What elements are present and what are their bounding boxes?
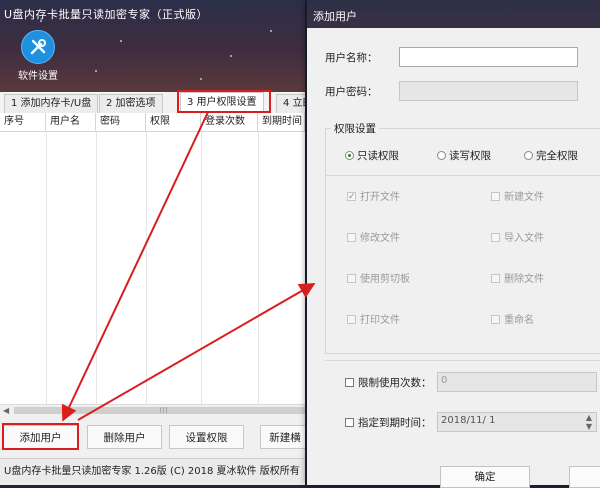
- checkbox-icon: [345, 378, 354, 387]
- scrollbar-thumb[interactable]: |||: [14, 407, 305, 414]
- checkbox-label: 打开文件: [360, 192, 400, 203]
- tab-start-now[interactable]: 4 立即: [276, 94, 305, 113]
- tab-encryption-options[interactable]: 2 加密选项: [99, 94, 163, 113]
- radio-label: 读写权限: [449, 150, 491, 162]
- tab-add-storage[interactable]: 1 添加内存卡/U盘: [4, 94, 99, 113]
- username-label: 用户名称：: [325, 52, 378, 64]
- col-index[interactable]: 序号: [0, 113, 46, 131]
- checkbox-new-file[interactable]: 新建文件: [491, 191, 544, 205]
- col-permission[interactable]: 权限: [146, 113, 201, 131]
- dialog-title: 添加用户: [313, 10, 357, 23]
- set-permission-button[interactable]: 设置权限: [169, 425, 244, 449]
- checkbox-delete-file[interactable]: 删除文件: [491, 273, 544, 287]
- checkbox-label: 打印文件: [360, 315, 400, 326]
- checkbox-label: 指定到期时间：: [358, 417, 432, 429]
- dialog-titlebar[interactable]: 添加用户: [307, 0, 600, 28]
- checkbox-label: 重命名: [504, 315, 534, 326]
- user-table[interactable]: 序号 用户名 密码 权限 登录次数 到期时间 ◀ |||: [0, 113, 305, 417]
- checkbox-icon: [491, 233, 500, 242]
- radio-unselected-icon: [524, 151, 533, 160]
- radio-label: 完全权限: [536, 150, 578, 162]
- table-body: [0, 132, 305, 404]
- table-header: 序号 用户名 密码 权限 登录次数 到期时间: [0, 113, 305, 132]
- col-expire-time[interactable]: 到期时间: [258, 113, 305, 131]
- radio-label: 只读权限: [357, 150, 399, 162]
- checkbox-rename[interactable]: 重命名: [491, 314, 534, 328]
- expire-date-value: 2018/11/ 1: [441, 415, 496, 426]
- add-user-button[interactable]: 添加用户: [3, 425, 78, 449]
- add-user-dialog: 添加用户 用户名称： 用户密码： 权限设置 只读权限 读写权限 完全权限 打开文…: [307, 0, 600, 488]
- settings-label: 软件设置: [18, 71, 58, 82]
- delete-user-button[interactable]: 删除用户: [87, 425, 162, 449]
- limit-count-input[interactable]: 0: [437, 372, 597, 392]
- password-label: 用户密码：: [325, 86, 378, 98]
- status-bar: U盘内存卡批量只读加密专家 1.26版 (C) 2018 夏冰软件 版权所有: [0, 458, 305, 485]
- checkbox-open-file[interactable]: 打开文件: [347, 190, 400, 205]
- settings-tool-button[interactable]: 软件设置: [16, 30, 60, 82]
- checkbox-label: 修改文件: [360, 233, 400, 244]
- checkbox-limit-count[interactable]: 限制使用次数：: [345, 376, 432, 390]
- checkbox-icon: [491, 315, 500, 324]
- username-input[interactable]: [399, 47, 578, 67]
- checkbox-label: 删除文件: [504, 274, 544, 285]
- checkbox-label: 使用剪切板: [360, 274, 410, 285]
- password-input[interactable]: [399, 81, 578, 101]
- expire-date-picker[interactable]: 2018/11/ 1 ▲ ▼: [437, 412, 597, 432]
- checkbox-label: 新建文件: [504, 192, 544, 203]
- col-username[interactable]: 用户名: [46, 113, 96, 131]
- checkbox-icon: [347, 315, 356, 324]
- scroll-left-icon[interactable]: ◀: [3, 406, 9, 415]
- checkbox-icon: [347, 233, 356, 242]
- limit-divider: [325, 360, 600, 361]
- checkbox-import-file[interactable]: 导入文件: [491, 232, 544, 246]
- spin-arrows-icon[interactable]: ▲ ▼: [582, 413, 596, 431]
- radio-full[interactable]: 完全权限: [524, 149, 578, 163]
- grip-icon: |||: [159, 407, 169, 414]
- main-window: U盘内存卡批量只读加密专家（正式版） 软件设置 1 添加内存卡/U盘 2 加密选…: [0, 0, 305, 485]
- checkbox-icon: [345, 418, 354, 427]
- checkbox-print-file[interactable]: 打印文件: [347, 314, 400, 328]
- checkbox-label: 限制使用次数：: [358, 377, 432, 389]
- new-button[interactable]: 新建横: [260, 425, 305, 449]
- col-login-count[interactable]: 登录次数: [201, 113, 258, 131]
- checkbox-expire-date[interactable]: 指定到期时间：: [345, 416, 432, 430]
- checkbox-clipboard[interactable]: 使用剪切板: [347, 273, 410, 287]
- permission-divider: [325, 175, 600, 176]
- permission-group-title: 权限设置: [331, 121, 379, 136]
- checkbox-label: 导入文件: [504, 233, 544, 244]
- app-title: U盘内存卡批量只读加密专家（正式版）: [4, 8, 209, 21]
- radio-read-write[interactable]: 读写权限: [437, 149, 491, 163]
- app-header: U盘内存卡批量只读加密专家（正式版） 软件设置: [0, 0, 305, 92]
- radio-read-only[interactable]: 只读权限: [345, 149, 399, 163]
- action-button-row: 添加用户 删除用户 设置权限 新建横: [0, 416, 305, 458]
- tab-user-permissions[interactable]: 3 用户权限设置: [180, 92, 264, 113]
- wrench-screwdriver-icon: [21, 30, 55, 64]
- checkbox-icon: [491, 192, 500, 201]
- col-password[interactable]: 密码: [96, 113, 146, 131]
- radio-selected-icon: [345, 151, 354, 160]
- tab-bar: 1 添加内存卡/U盘 2 加密选项 3 用户权限设置 4 立即: [0, 92, 305, 114]
- checkbox-icon: [491, 274, 500, 283]
- radio-unselected-icon: [437, 151, 446, 160]
- checkbox-checked-icon: [347, 190, 356, 204]
- checkbox-icon: [347, 274, 356, 283]
- checkbox-modify-file[interactable]: 修改文件: [347, 232, 400, 246]
